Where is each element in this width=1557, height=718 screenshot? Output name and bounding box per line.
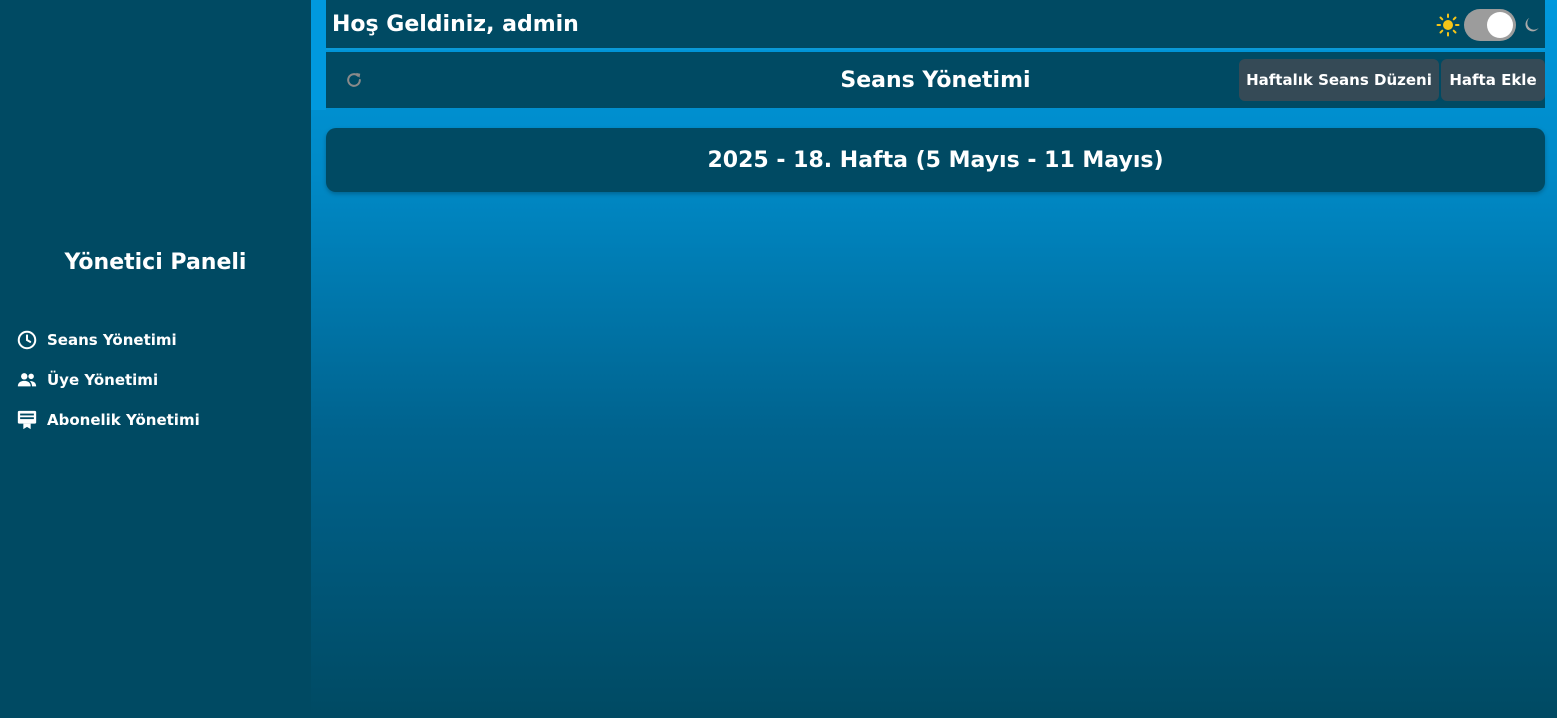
theme-toggle[interactable] [1464, 9, 1516, 41]
moon-icon [1525, 17, 1539, 32]
welcome-text: Hoş Geldiniz, admin [332, 11, 579, 37]
app-root: Yönetici Paneli Seans Yönetimi Üye Yönet… [0, 0, 1557, 718]
add-week-button[interactable]: Hafta Ekle [1441, 59, 1545, 101]
sidebar-title: Yönetici Paneli [64, 250, 247, 275]
sun-icon [1436, 13, 1460, 37]
sidebar-item-label: Abonelik Yönetimi [47, 411, 200, 429]
page-toolbar: Seans Yönetimi Haftalık Seans Düzeni Haf… [326, 52, 1545, 108]
sidebar-item-uye[interactable]: Üye Yönetimi [16, 360, 200, 400]
header-accent-strip [311, 0, 326, 110]
users-icon [17, 373, 37, 387]
theme-switch [1436, 9, 1542, 41]
sidebar-item-label: Üye Yönetimi [47, 371, 159, 389]
weekly-schedule-button[interactable]: Haftalık Seans Düzeni [1239, 59, 1439, 101]
top-header: Hoş Geldiniz, admin [326, 0, 1545, 50]
clock-icon [17, 330, 37, 350]
refresh-icon[interactable] [344, 70, 364, 90]
toggle-knob [1487, 12, 1513, 38]
week-card[interactable]: 2025 - 18. Hafta (5 Mayıs - 11 Mayıs) [326, 128, 1545, 192]
sidebar: Yönetici Paneli Seans Yönetimi Üye Yönet… [0, 0, 311, 718]
subscription-icon [17, 410, 37, 430]
sidebar-item-label: Seans Yönetimi [47, 331, 177, 349]
sidebar-nav: Seans Yönetimi Üye Yönetimi Abonelik Yön… [16, 320, 200, 440]
sidebar-item-abonelik[interactable]: Abonelik Yönetimi [16, 400, 200, 440]
sidebar-item-seans[interactable]: Seans Yönetimi [16, 320, 200, 360]
